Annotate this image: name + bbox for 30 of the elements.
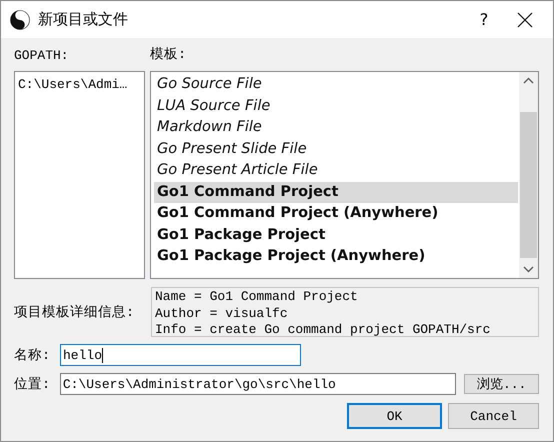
gopath-label: GOPATH: <box>14 47 70 65</box>
gopath-item[interactable]: C:\Users\Admi… <box>17 75 142 94</box>
template-item[interactable]: Go1 Package Project (Anywhere) <box>154 246 518 268</box>
template-item[interactable]: Go1 Command Project (Anywhere) <box>154 203 518 224</box>
window-title: 新项目或文件 <box>38 10 129 29</box>
scrollbar[interactable] <box>519 72 538 278</box>
location-input[interactable]: C:\Users\Administrator\go\src\hello <box>60 373 456 395</box>
details-line: Name = Go1 Command Project <box>155 289 359 306</box>
yin-yang-icon <box>10 10 30 30</box>
template-item[interactable]: Go Source File <box>154 74 518 96</box>
template-item[interactable]: Go1 Command Project <box>154 182 518 203</box>
details-line: Info = create Go command project GOPATH/src <box>155 322 492 336</box>
template-label: 模板: <box>150 46 188 65</box>
name-label: 名称: <box>14 347 52 364</box>
dialog-button[interactable]: Cancel <box>448 403 539 429</box>
template-item[interactable]: LUA Source File <box>154 96 518 117</box>
close-icon[interactable] <box>517 12 533 28</box>
scrollbar-thumb[interactable] <box>520 112 537 258</box>
template-item[interactable]: Markdown File <box>154 117 518 138</box>
details-label: 项目模板详细信息: <box>14 304 136 321</box>
template-list[interactable]: Go Source File LUA Source File Markdown File Go Present Slide File Go Present Article File Go1 Command Project Go1 Command Project (Anywhere) Go1 Package Project Go1 Package Project (Anywhere) <box>150 71 539 279</box>
template-item[interactable]: Go Present Article File <box>154 160 518 182</box>
template-item[interactable]: Go1 Package Project <box>154 224 518 246</box>
details-line: Author = visualfc <box>155 306 289 322</box>
location-label: 位置: <box>14 376 52 393</box>
name-input[interactable]: hello <box>60 344 301 366</box>
help-button[interactable]: ? <box>461 10 507 29</box>
dialog-button[interactable]: OK <box>347 403 442 429</box>
template-item[interactable]: Go Present Slide File <box>154 138 518 160</box>
browse-button[interactable]: 浏览... <box>464 374 539 394</box>
